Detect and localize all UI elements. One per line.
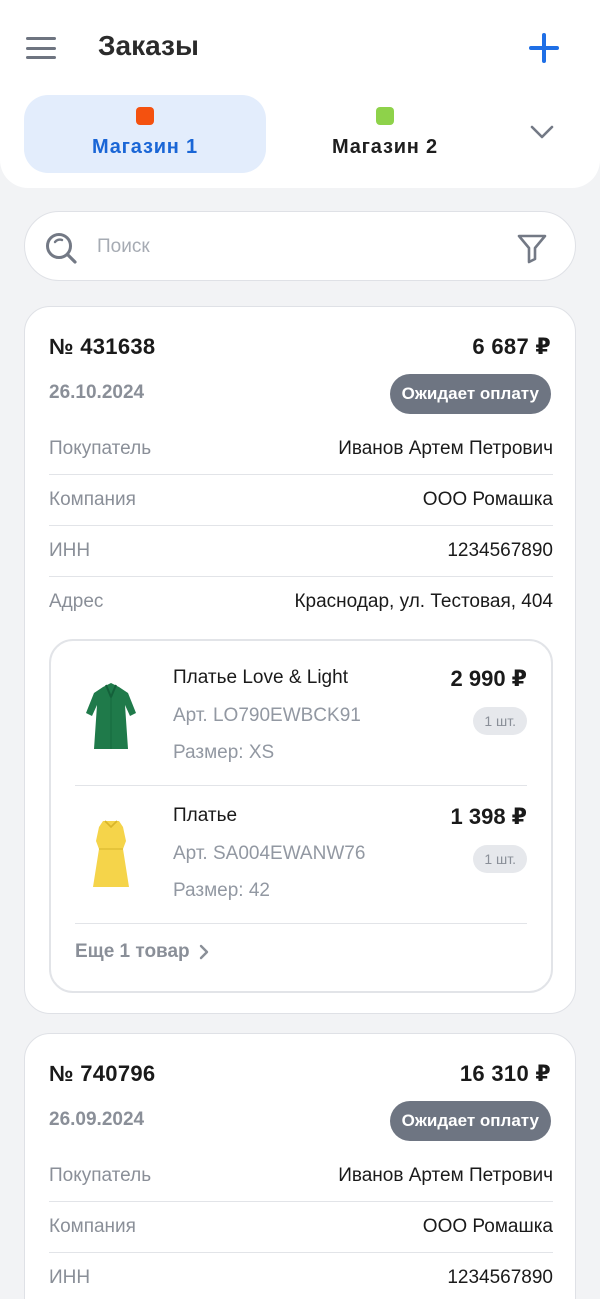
- detail-row-company: Компания ООО Ромашка: [49, 475, 553, 526]
- order-details: Покупатель Иванов Артем Петрович Компани…: [49, 424, 553, 628]
- store-color-marker: [136, 107, 154, 125]
- detail-label: Компания: [49, 1216, 136, 1237]
- page-title: Заказы: [98, 30, 199, 61]
- tab-label: Магазин 1: [92, 136, 198, 158]
- top-bar: Заказы Магазин 1 Магазин 2: [0, 0, 600, 188]
- detail-value: Краснодар, ул. Тестовая, 404: [294, 591, 553, 612]
- order-details: Покупатель Иванов Артем Петрович Компани…: [49, 1151, 553, 1299]
- detail-label: ИНН: [49, 1267, 91, 1288]
- store-color-marker: [376, 107, 394, 125]
- order-items: Платье Love & Light Арт. LO790EWBCK91 Ра…: [49, 639, 553, 993]
- dress-image: [86, 683, 136, 749]
- detail-label: Адрес: [49, 591, 104, 612]
- dress-image: [93, 820, 129, 887]
- order-item[interactable]: Платье Арт. SA004EWANW76 Размер: 42 1 39…: [75, 787, 527, 924]
- search-input[interactable]: [97, 232, 497, 262]
- item-size: Размер: XS: [173, 742, 275, 763]
- add-order-button[interactable]: [527, 31, 561, 65]
- detail-value: Иванов Артем Петрович: [338, 438, 553, 459]
- more-items-label: Еще 1 товар: [75, 941, 190, 962]
- order-date: 26.10.2024: [49, 382, 145, 403]
- item-price: 1 398 ₽: [450, 804, 527, 829]
- detail-label: Покупатель: [49, 1165, 152, 1186]
- more-items-link[interactable]: Еще 1 товар: [75, 941, 210, 963]
- item-price: 2 990 ₽: [450, 666, 527, 691]
- status-badge: Ожидает оплату: [389, 374, 551, 414]
- tab-label: Магазин 2: [332, 136, 438, 158]
- detail-label: Компания: [49, 489, 136, 510]
- order-number: № 431638: [49, 334, 156, 359]
- order-item[interactable]: Платье Love & Light Арт. LO790EWBCK91 Ра…: [75, 649, 527, 786]
- item-name: Платье Love & Light: [173, 667, 348, 688]
- detail-row-company: Компания ООО Ромашка: [49, 1202, 553, 1253]
- item-article: Арт. SA004EWANW76: [173, 843, 366, 864]
- detail-row-inn: ИНН 1234567890: [49, 1253, 553, 1299]
- item-name: Платье: [173, 805, 238, 826]
- item-quantity: 1 шт.: [473, 845, 527, 873]
- detail-value: ООО Ромашка: [422, 489, 553, 510]
- filter-icon[interactable]: [516, 232, 548, 264]
- detail-label: ИНН: [49, 540, 91, 561]
- tab-store-2[interactable]: Магазин 2: [264, 95, 506, 173]
- detail-row-buyer: Покупатель Иванов Артем Петрович: [49, 424, 553, 475]
- detail-value: Иванов Артем Петрович: [338, 1165, 553, 1186]
- item-quantity: 1 шт.: [473, 707, 527, 735]
- detail-value: ООО Ромашка: [422, 1216, 553, 1237]
- order-total: 6 687 ₽: [472, 334, 551, 359]
- detail-row-address: Адрес Краснодар, ул. Тестовая, 404: [49, 577, 553, 628]
- order-card[interactable]: № 740796 16 310 ₽ 26.09.2024 Ожидает опл…: [24, 1033, 576, 1299]
- order-card[interactable]: № 431638 6 687 ₽ 26.10.2024 Ожидает опла…: [24, 306, 576, 1014]
- item-article: Арт. LO790EWBCK91: [173, 705, 361, 726]
- search-icon: [46, 233, 77, 264]
- chevron-right-icon: [199, 944, 208, 960]
- detail-value: 1234567890: [447, 540, 553, 561]
- order-total: 16 310 ₽: [459, 1061, 551, 1086]
- order-number: № 740796: [49, 1061, 156, 1086]
- order-date: 26.09.2024: [49, 1109, 145, 1130]
- menu-icon[interactable]: [26, 34, 56, 62]
- detail-label: Покупатель: [49, 438, 152, 459]
- detail-row-inn: ИНН 1234567890: [49, 526, 553, 577]
- status-badge: Ожидает оплату: [389, 1101, 551, 1141]
- search-bar: [24, 211, 576, 281]
- item-size: Размер: 42: [173, 880, 270, 901]
- detail-row-buyer: Покупатель Иванов Артем Петрович: [49, 1151, 553, 1202]
- detail-value: 1234567890: [447, 1267, 553, 1288]
- tab-store-1[interactable]: Магазин 1: [24, 95, 266, 173]
- chevron-down-icon[interactable]: [528, 118, 556, 146]
